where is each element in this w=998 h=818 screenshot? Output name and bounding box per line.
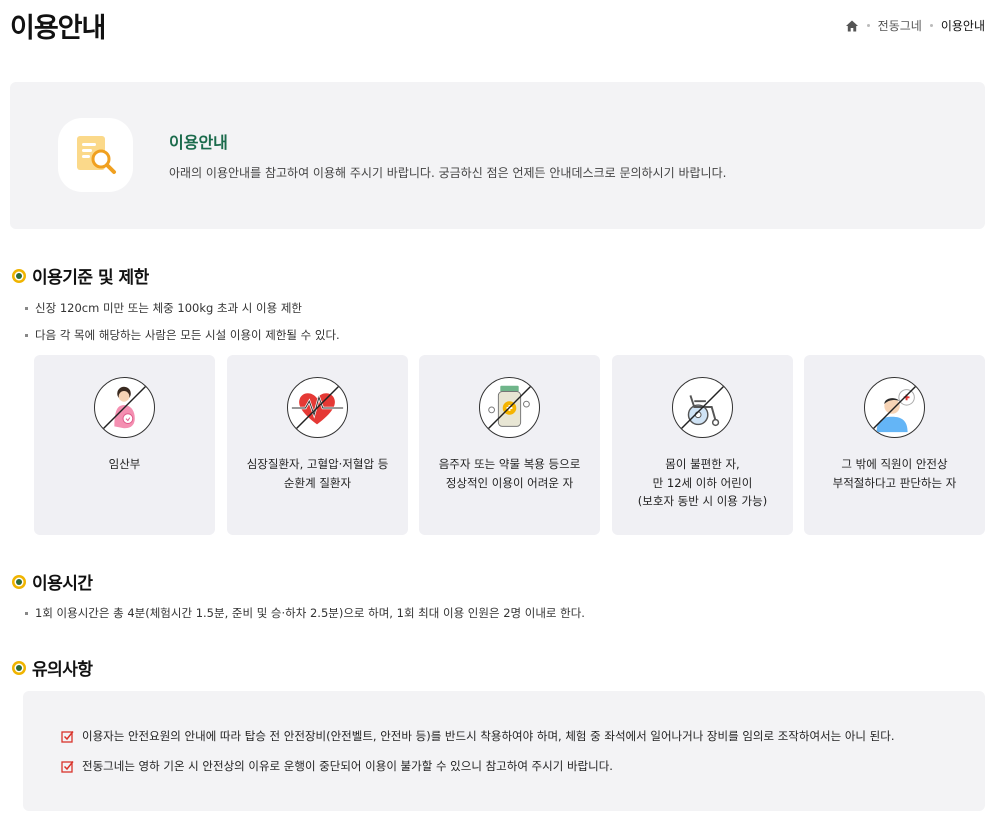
notice-text: 이용자는 안전요원의 안내에 따라 탑승 전 안전장비(안전벨트, 안전바 등)… bbox=[82, 729, 895, 743]
list-item: 다음 각 목에 해당하는 사람은 모든 시설 이용이 제한될 수 있다. bbox=[25, 327, 340, 343]
breadcrumb-item[interactable]: 전동그네 bbox=[878, 17, 922, 34]
notice-item: 전동그네는 영하 기온 시 안전상의 이유로 운행이 중단되어 이용이 불가할 … bbox=[61, 758, 613, 774]
document-search-icon bbox=[58, 118, 133, 192]
home-icon[interactable] bbox=[845, 19, 859, 33]
breadcrumb-separator bbox=[929, 24, 933, 27]
intro-title: 이용안내 bbox=[169, 133, 228, 152]
restriction-card: 그 밖에 직원이 안전상 부적절하다고 판단하는 자 bbox=[804, 355, 985, 535]
breadcrumb: 전동그네 이용안내 bbox=[845, 17, 985, 34]
notice-panel: 이용자는 안전요원의 안내에 따라 탑승 전 안전장비(안전벨트, 안전바 등)… bbox=[23, 691, 985, 811]
section-title-notice: 유의사항 bbox=[12, 655, 93, 680]
heart-rate-icon bbox=[287, 377, 348, 438]
card-label: 음주자 또는 약물 복용 등으로 정상적인 이용이 어려운 자 bbox=[438, 457, 581, 490]
intro-description: 아래의 이용안내를 참고하여 이용해 주시기 바랍니다. 궁금하신 점은 언제든… bbox=[169, 166, 727, 180]
wheelchair-icon bbox=[672, 377, 733, 438]
section-bullet-icon bbox=[12, 268, 26, 283]
notice-text: 전동그네는 영하 기온 시 안전상의 이유로 운행이 중단되어 이용이 불가할 … bbox=[82, 759, 613, 773]
section-title-restrictions: 이용기준 및 제한 bbox=[12, 263, 149, 288]
card-label: 임산부 bbox=[108, 457, 141, 471]
medicine-bottle-icon bbox=[479, 377, 540, 438]
restriction-cards: 임산부 심장질환자, 고혈압·저혈압 등 순환계 질환자 음주자 또는 약물 복… bbox=[34, 355, 985, 535]
section-title-text: 이용시간 bbox=[32, 574, 93, 594]
page-title: 이용안내 bbox=[10, 13, 106, 44]
section-title-hours: 이용시간 bbox=[12, 569, 93, 594]
notice-item: 이용자는 안전요원의 안내에 따라 탑승 전 안전장비(안전벨트, 안전바 등)… bbox=[61, 728, 894, 744]
section-bullet-icon bbox=[12, 574, 26, 589]
card-label: 몸이 불편한 자, 만 12세 이하 어린이 (보호자 동반 시 이용 가능) bbox=[637, 457, 768, 508]
list-item: 1회 이용시간은 총 4분(체험시간 1.5분, 준비 및 승·하차 2.5분)… bbox=[25, 605, 585, 621]
pregnant-woman-icon bbox=[94, 377, 155, 438]
checkbox-checked-icon bbox=[61, 730, 74, 743]
restriction-card: 심장질환자, 고혈압·저혈압 등 순환계 질환자 bbox=[227, 355, 408, 535]
staff-icon bbox=[864, 377, 925, 438]
list-item: 신장 120cm 미만 또는 체중 100kg 초과 시 이용 제한 bbox=[25, 300, 302, 316]
checkbox-checked-icon bbox=[61, 760, 74, 773]
intro-panel: 이용안내 아래의 이용안내를 참고하여 이용해 주시기 바랍니다. 궁금하신 점… bbox=[10, 82, 985, 229]
section-title-text: 이용기준 및 제한 bbox=[32, 268, 149, 288]
restriction-card: 몸이 불편한 자, 만 12세 이하 어린이 (보호자 동반 시 이용 가능) bbox=[612, 355, 793, 535]
breadcrumb-separator bbox=[866, 24, 870, 27]
card-label: 심장질환자, 고혈압·저혈압 등 순환계 질환자 bbox=[246, 457, 389, 490]
card-label: 그 밖에 직원이 안전상 부적절하다고 판단하는 자 bbox=[832, 457, 957, 490]
restriction-card: 음주자 또는 약물 복용 등으로 정상적인 이용이 어려운 자 bbox=[419, 355, 600, 535]
section-title-text: 유의사항 bbox=[32, 660, 93, 680]
breadcrumb-current: 이용안내 bbox=[940, 19, 985, 33]
section-bullet-icon bbox=[12, 660, 26, 675]
restriction-card: 임산부 bbox=[34, 355, 215, 535]
